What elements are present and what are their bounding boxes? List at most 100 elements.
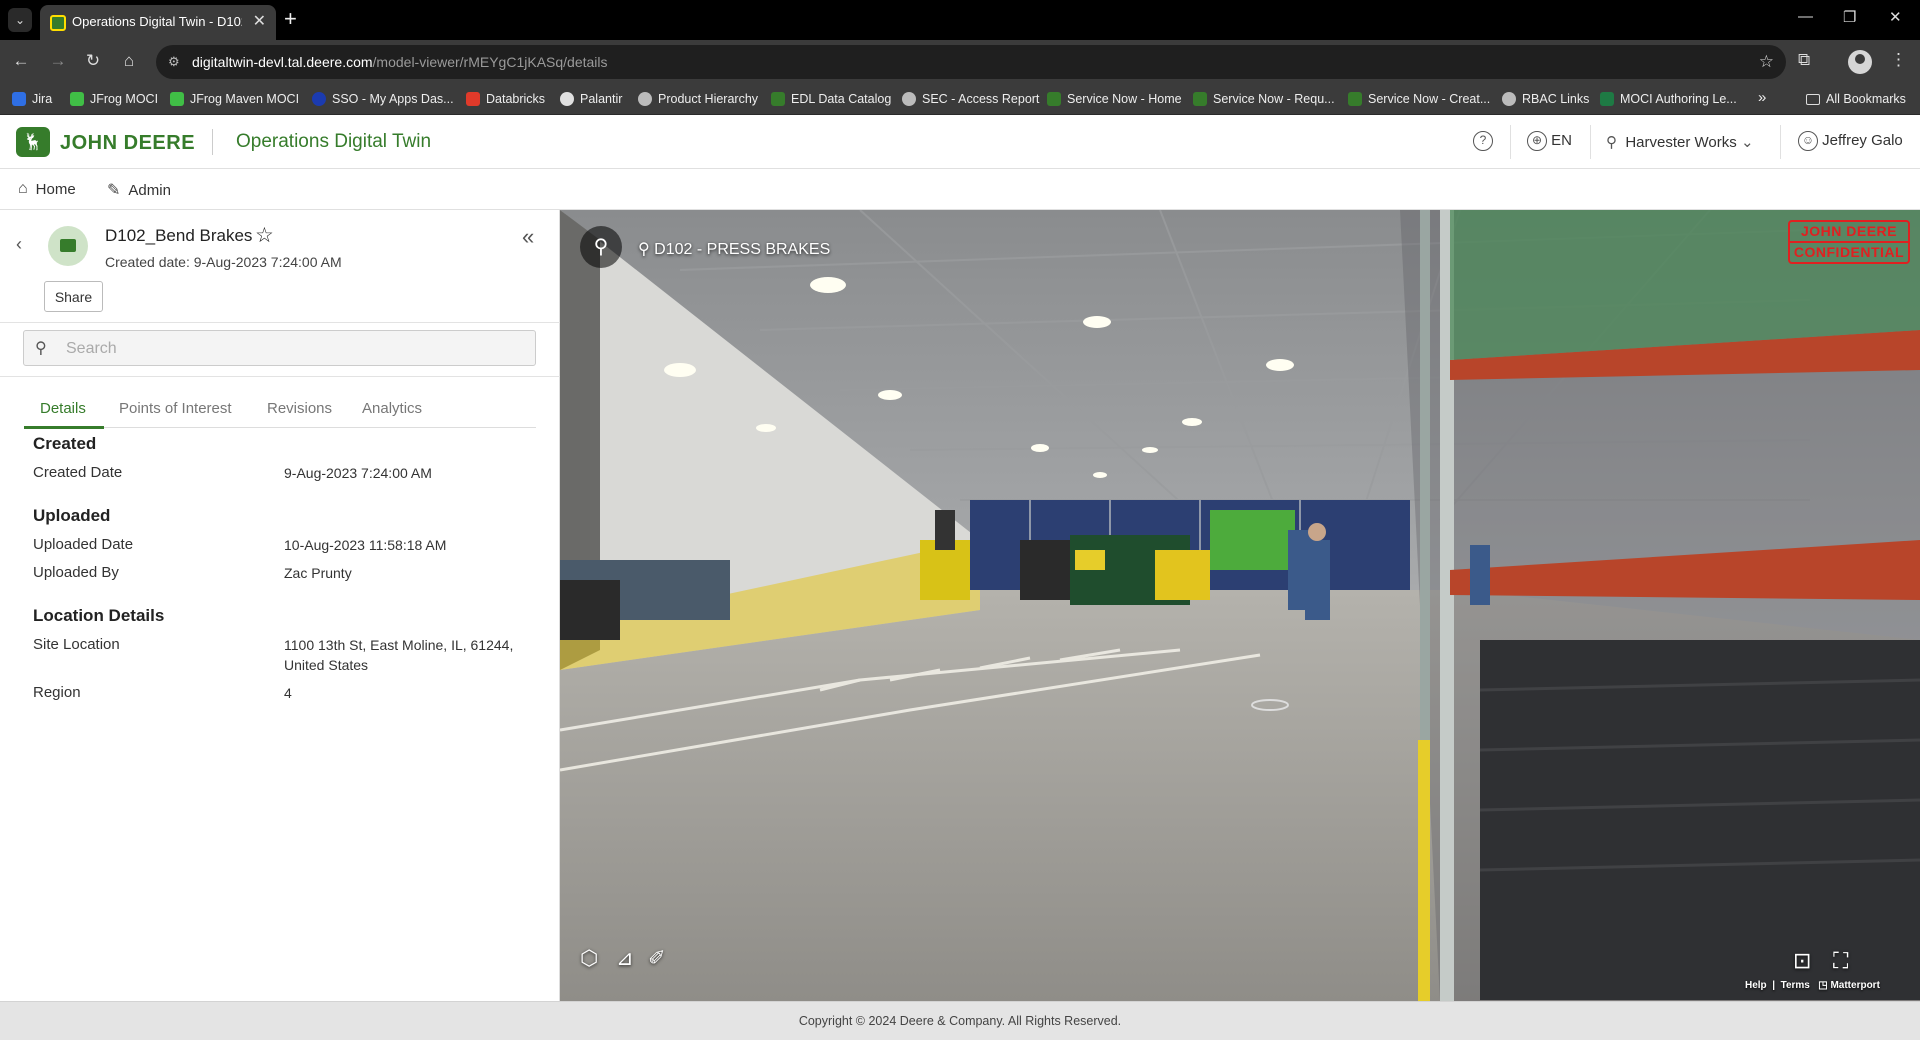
excel-icon xyxy=(1600,92,1614,106)
site-selector[interactable]: ⚲ Harvester Works ⌄ xyxy=(1606,133,1754,151)
globe-icon xyxy=(902,92,916,106)
uploaded-date-value: 10-Aug-2023 11:58:18 AM xyxy=(284,537,447,553)
dollhouse-icon[interactable]: ⬡ xyxy=(580,946,598,971)
browser-tab-active[interactable]: Operations Digital Twin - D102 ✕ xyxy=(40,5,276,40)
reload-icon[interactable]: ↻ xyxy=(82,51,104,71)
share-button[interactable]: Share xyxy=(44,281,103,312)
floorplan-icon[interactable]: ⊿ xyxy=(616,946,634,971)
divider xyxy=(0,376,560,377)
active-tab-indicator xyxy=(24,426,104,429)
app-title[interactable]: Operations Digital Twin xyxy=(236,131,431,153)
all-bookmarks-button[interactable]: All Bookmarks xyxy=(1806,92,1906,106)
more-bookmarks-button[interactable]: » xyxy=(1758,89,1766,106)
window-close-icon[interactable]: ✕ xyxy=(1889,8,1902,26)
user-icon: ☺ xyxy=(1798,131,1818,151)
location-pin-icon: ⚲ xyxy=(1606,134,1617,151)
home-icon: ⌂ xyxy=(18,180,28,197)
measure-icon[interactable]: ✐ xyxy=(648,946,666,971)
favorite-star-icon[interactable]: ☆ xyxy=(255,223,274,248)
bookmark-servicenow-create[interactable]: Service Now - Creat... xyxy=(1348,92,1490,106)
bookmark-edl-data-catalog[interactable]: EDL Data Catalog xyxy=(771,92,891,106)
uploaded-date-label: Uploaded Date xyxy=(33,536,134,553)
site-location-value: 1100 13th St, East Moline, IL, 61244, Un… xyxy=(284,637,514,673)
breadcrumb-home-label: Home xyxy=(35,180,76,198)
back-icon[interactable]: ← xyxy=(10,51,32,71)
jd-icon xyxy=(1047,92,1061,106)
site-location-label: Site Location xyxy=(33,636,120,653)
bookmark-jfrog-maven[interactable]: JFrog Maven MOCI xyxy=(170,92,299,106)
address-bar[interactable]: ⚙ digitaltwin-devl.tal.deere.com/model-v… xyxy=(156,45,1786,79)
breadcrumb-admin[interactable]: ✎ Admin xyxy=(107,180,171,200)
vr-icon[interactable]: ⊡ xyxy=(1793,948,1811,974)
browser-menu-icon[interactable]: ⋮ xyxy=(1890,50,1907,70)
url-path: /model-viewer/rMEYgC1jKASq/details xyxy=(372,54,608,70)
created-date-value: 9-Aug-2023 7:24:00 AM xyxy=(284,465,432,481)
collapse-panel-icon[interactable]: « xyxy=(522,224,534,250)
page-footer: Copyright © 2024 Deere & Company. All Ri… xyxy=(0,1001,1920,1040)
matterport-viewer[interactable]: ⚲ ⚲ D102 - PRESS BRAKES JOHN DEERE CONFI… xyxy=(560,210,1920,1001)
bookmark-label: Jira xyxy=(32,92,53,106)
bookmark-rbac-links[interactable]: RBAC Links xyxy=(1502,92,1589,106)
minimize-icon[interactable]: — xyxy=(1798,8,1813,25)
model-thumbnail-icon xyxy=(48,226,88,266)
bookmark-star-icon[interactable]: ☆ xyxy=(1759,52,1774,72)
user-menu[interactable]: ☺ Jeffrey Galo xyxy=(1798,131,1903,151)
breadcrumb-home[interactable]: ⌂ Home xyxy=(18,180,76,198)
extensions-icon[interactable]: ⧉ xyxy=(1798,50,1810,70)
tab-points-of-interest[interactable]: Points of Interest xyxy=(119,400,232,417)
profile-icon[interactable] xyxy=(1848,50,1872,74)
app-header: JOHN DEERE Operations Digital Twin ? ⊕ E… xyxy=(0,115,1920,169)
terms-link[interactable]: Terms xyxy=(1781,980,1810,991)
tab-analytics[interactable]: Analytics xyxy=(362,400,422,417)
bookmark-palantir[interactable]: Palantir xyxy=(560,92,622,106)
bookmark-label: Databricks xyxy=(486,92,546,106)
bookmark-label: SSO - My Apps Das... xyxy=(332,92,454,106)
url-text[interactable]: digitaltwin-devl.tal.deere.com/model-vie… xyxy=(192,54,608,70)
close-tab-icon[interactable]: ✕ xyxy=(253,11,266,31)
tab-details[interactable]: Details xyxy=(40,400,86,417)
jd-favicon-icon xyxy=(50,15,66,31)
new-tab-icon[interactable]: + xyxy=(284,6,297,32)
john-deere-logo-icon[interactable] xyxy=(16,127,50,157)
fullscreen-icon[interactable]: ⛶ xyxy=(1833,948,1848,974)
bookmark-servicenow-home[interactable]: Service Now - Home xyxy=(1047,92,1182,106)
uploaded-by-label: Uploaded By xyxy=(33,564,119,581)
model-created-date: Created date: 9-Aug-2023 7:24:00 AM xyxy=(105,254,342,270)
jfrog-icon xyxy=(70,92,84,106)
forward-icon[interactable]: → xyxy=(47,51,69,71)
search-field[interactable]: ⚲ xyxy=(23,330,536,366)
chevron-left-icon[interactable]: ‹ xyxy=(16,234,22,255)
site-info-icon[interactable]: ⚙ xyxy=(168,54,180,70)
bookmark-label: JFrog MOCI xyxy=(90,92,159,106)
bookmark-servicenow-request[interactable]: Service Now - Requ... xyxy=(1193,92,1335,106)
viewer-links: Help | Terms ◳ Matterport xyxy=(1745,980,1880,991)
bookmark-label: RBAC Links xyxy=(1522,92,1590,106)
stamp-line-2: CONFIDENTIAL xyxy=(1790,241,1908,262)
details-tabs: Details Points of Interest Revisions Ana… xyxy=(24,390,536,429)
tab-search-dropdown[interactable]: ⌄ xyxy=(8,8,32,32)
region-label: Region xyxy=(33,684,81,701)
folder-icon xyxy=(1806,93,1820,105)
location-pin-icon: ⚲ xyxy=(638,241,650,258)
restore-icon[interactable]: ❐ xyxy=(1843,8,1856,26)
bookmark-databricks[interactable]: Databricks xyxy=(466,92,545,106)
search-icon: ⚲ xyxy=(593,236,609,258)
bookmark-sso[interactable]: SSO - My Apps Das... xyxy=(312,92,454,106)
help-link[interactable]: Help xyxy=(1745,980,1767,991)
tab-revisions[interactable]: Revisions xyxy=(267,400,332,417)
section-location-title: Location Details xyxy=(33,606,165,625)
bookmark-jira[interactable]: Jira xyxy=(12,92,52,106)
home-icon[interactable]: ⌂ xyxy=(118,51,140,71)
bookmark-label: Service Now - Requ... xyxy=(1213,92,1335,106)
bookmark-product-hierarchy[interactable]: Product Hierarchy xyxy=(638,92,758,106)
chevron-down-icon: ⌄ xyxy=(1740,134,1754,151)
language-selector[interactable]: ⊕ EN xyxy=(1527,131,1572,151)
bookmark-sec-access-report[interactable]: SEC - Access Report xyxy=(902,92,1039,106)
help-button[interactable]: ? xyxy=(1473,131,1493,151)
viewer-search-button[interactable]: ⚲ xyxy=(580,226,622,268)
bookmark-moci-authoring[interactable]: MOCI Authoring Le... xyxy=(1600,92,1737,106)
bookmark-jfrog-moci[interactable]: JFrog MOCI xyxy=(70,92,158,106)
databricks-icon xyxy=(466,92,480,106)
search-input[interactable] xyxy=(66,337,516,361)
matterport-link[interactable]: Matterport xyxy=(1830,980,1879,991)
